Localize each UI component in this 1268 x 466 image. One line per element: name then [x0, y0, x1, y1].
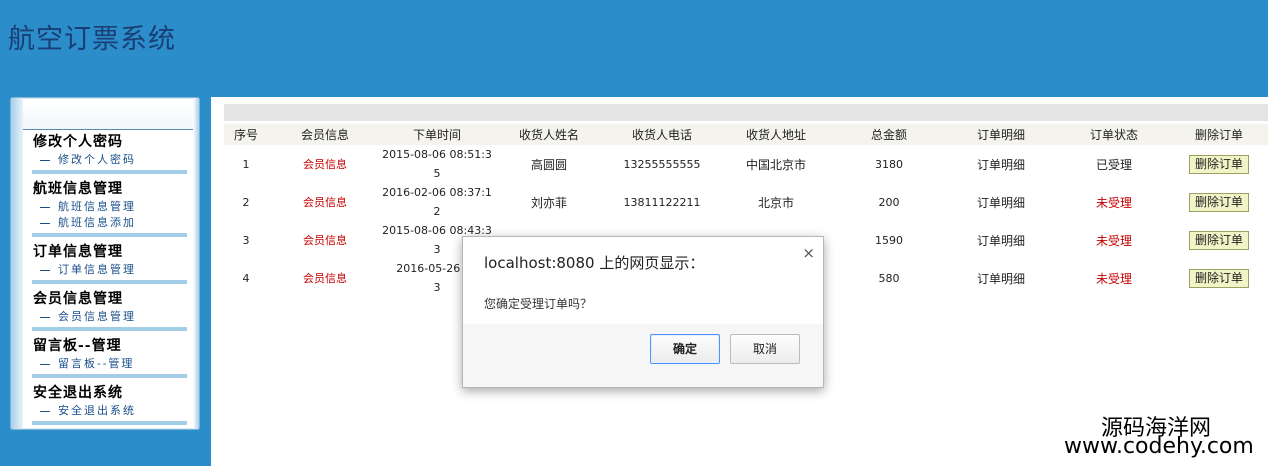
member-info-link[interactable]: 会员信息 [268, 145, 382, 183]
sidebar-divider [32, 421, 187, 425]
cancel-button[interactable]: 取消 [730, 334, 800, 364]
cell-delete: 删除订单 [1170, 259, 1268, 297]
sidebar-group-password: 修改个人密码 修改个人密码 [32, 132, 192, 174]
cell-time: 2016-02-06 08:37:1 2 [382, 186, 492, 218]
dash-icon [40, 269, 50, 271]
col-header-member: 会员信息 [268, 124, 382, 145]
cell-amount: 3180 [875, 157, 903, 171]
sidebar-divider [32, 170, 187, 174]
sidebar-group-members: 会员信息管理 会员信息管理 [32, 289, 192, 331]
delete-order-button[interactable]: 删除订单 [1188, 154, 1249, 174]
sidebar-group-title: 安全退出系统 [33, 385, 123, 401]
cell-time: 2015-08-06 08:51:3 5 [382, 148, 492, 180]
cell-delete: 删除订单 [1170, 221, 1268, 259]
sidebar-group-title: 修改个人密码 [33, 134, 123, 150]
dialog-message: 您确定受理订单吗？ [484, 297, 593, 311]
order-detail-link[interactable]: 订单明细 [944, 183, 1058, 221]
order-detail-link[interactable]: 订单明细 [944, 145, 1058, 183]
cell-no: 2 [242, 195, 250, 209]
app-title: 航空订票系统 [8, 24, 176, 55]
cell-no: 3 [242, 233, 250, 247]
sidebar-divider [32, 280, 187, 284]
sidebar-item-order-manage[interactable]: 订单信息管理 [32, 262, 192, 278]
sidebar-divider [32, 327, 187, 331]
col-header-phone: 收货人电话 [606, 124, 718, 145]
dash-icon [40, 316, 50, 318]
sidebar-group-title: 订单信息管理 [33, 244, 123, 260]
sidebar-item-logout[interactable]: 安全退出系统 [32, 403, 192, 419]
sidebar-group-logout: 安全退出系统 安全退出系统 [32, 383, 192, 425]
table-row: 2 会员信息 2016-02-06 08:37:1 2 刘亦菲 138111222… [224, 183, 1268, 221]
sidebar-item-flight-add[interactable]: 航班信息添加 [32, 215, 192, 231]
sidebar-group-orders: 订单信息管理 订单信息管理 [32, 242, 192, 284]
sidebar-group-title: 航班信息管理 [33, 181, 123, 197]
sidebar-group-messages: 留言板--管理 留言板--管理 [32, 336, 192, 378]
cell-delete: 删除订单 [1170, 183, 1268, 221]
cell-name: 刘亦菲 [530, 195, 567, 210]
cell-status: 未受理 [1095, 195, 1132, 210]
delete-order-button[interactable]: 删除订单 [1188, 230, 1249, 250]
delete-order-button[interactable]: 删除订单 [1188, 192, 1249, 212]
table-header-row: 序号 会员信息 下单时间 收货人姓名 收货人电话 收货人地址 总金额 订单明细 … [224, 124, 1268, 145]
table-top-band [224, 104, 1268, 121]
col-header-time: 下单时间 [382, 124, 492, 145]
sidebar-header [23, 102, 193, 130]
header-bar: 航空订票系统 [0, 0, 1268, 97]
cell-no: 1 [242, 157, 250, 171]
sidebar-item-member-manage[interactable]: 会员信息管理 [32, 309, 192, 325]
cell-amount: 200 [878, 195, 900, 209]
member-info-link[interactable]: 会员信息 [268, 183, 382, 221]
sidebar-group-flights: 航班信息管理 航班信息管理 航班信息添加 [32, 179, 192, 237]
dash-icon [40, 363, 50, 365]
dash-icon [40, 410, 50, 412]
table-row: 1 会员信息 2015-08-06 08:51:3 5 高圆圆 132555555… [224, 145, 1268, 183]
cell-phone: 13811122211 [623, 195, 701, 209]
cell-status: 未受理 [1095, 271, 1132, 286]
dialog-title: localhost:8080 上的网页显示： [484, 254, 705, 272]
order-detail-link[interactable]: 订单明细 [944, 259, 1058, 297]
dash-icon [40, 159, 50, 161]
cell-amount: 1590 [875, 233, 903, 247]
delete-order-button[interactable]: 删除订单 [1188, 268, 1249, 288]
sidebar-left-edge [11, 98, 23, 429]
sidebar-group-title: 会员信息管理 [33, 291, 123, 307]
sidebar-divider [32, 374, 187, 378]
cell-name: 高圆圆 [530, 157, 567, 172]
member-info-link[interactable]: 会员信息 [268, 259, 382, 297]
sidebar-divider [32, 233, 187, 237]
cell-delete: 删除订单 [1170, 145, 1268, 183]
cell-amount: 580 [878, 271, 900, 285]
cell-no: 4 [242, 271, 250, 285]
close-icon[interactable]: × [802, 244, 815, 262]
cell-status: 未受理 [1095, 233, 1132, 248]
sidebar: 修改个人密码 修改个人密码 航班信息管理 航班信息管理 航班信息添加 订单信息管… [10, 97, 200, 430]
sidebar-group-title: 留言板--管理 [33, 338, 122, 354]
dash-icon [40, 222, 50, 224]
sidebar-item-change-password[interactable]: 修改个人密码 [32, 152, 192, 168]
sidebar-item-flight-manage[interactable]: 航班信息管理 [32, 199, 192, 215]
dash-icon [40, 206, 50, 208]
order-detail-link[interactable]: 订单明细 [944, 221, 1058, 259]
cell-address: 中国北京市 [745, 157, 806, 172]
cell-status: 已受理 [1095, 157, 1132, 172]
ok-button[interactable]: 确定 [650, 334, 720, 364]
col-header-delete: 删除订单 [1170, 124, 1268, 145]
col-header-name: 收货人姓名 [492, 124, 606, 145]
sidebar-item-message-manage[interactable]: 留言板--管理 [32, 356, 192, 372]
col-header-amount: 总金额 [834, 124, 944, 145]
cell-phone: 13255555555 [623, 157, 701, 171]
sidebar-right-edge [193, 98, 199, 429]
col-header-status: 订单状态 [1058, 124, 1170, 145]
confirm-dialog: localhost:8080 上的网页显示： × 您确定受理订单吗？ 确定 取消 [462, 236, 824, 388]
col-header-detail: 订单明细 [944, 124, 1058, 145]
watermark-url: www.codehy.com [1064, 434, 1254, 459]
col-header-no: 序号 [224, 124, 268, 145]
cell-address: 北京市 [757, 195, 794, 210]
member-info-link[interactable]: 会员信息 [268, 221, 382, 259]
col-header-address: 收货人地址 [718, 124, 834, 145]
